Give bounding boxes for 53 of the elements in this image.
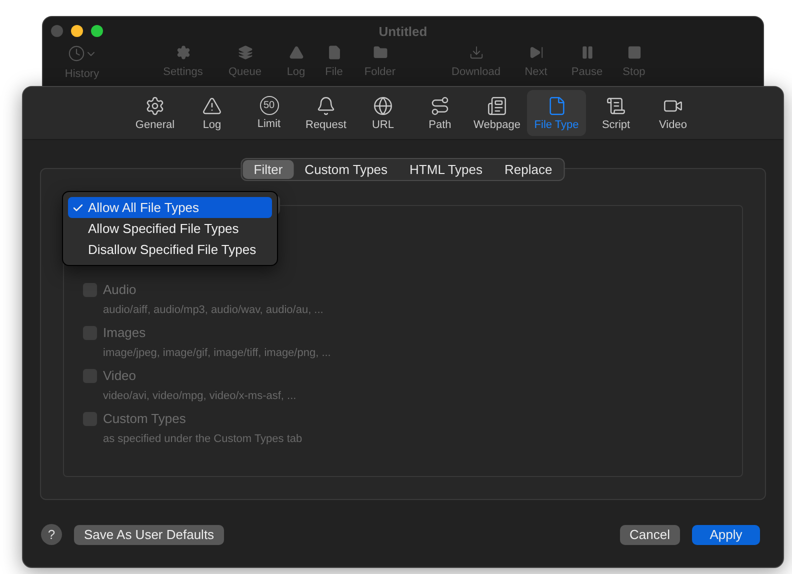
warning-icon — [288, 45, 304, 60]
pause-icon — [580, 45, 594, 60]
category-description: as specified under the Custom Types tab — [102, 433, 304, 445]
globe-icon — [373, 96, 393, 116]
gear-icon — [176, 45, 190, 60]
warning-icon — [202, 96, 222, 116]
menu-item[interactable]: Disallow Specified File Types — [68, 239, 272, 260]
toolbar-tab[interactable]: General — [128, 90, 182, 136]
secondary-button[interactable]: Cancel — [620, 524, 680, 544]
secondary-button[interactable]: Save As User Defaults — [74, 524, 224, 544]
toolbar-tab[interactable]: File Type — [527, 90, 586, 136]
gear-icon — [145, 96, 165, 116]
category-label: Audio — [103, 282, 136, 297]
segment-tab[interactable]: Filter — [242, 160, 294, 179]
menu-item[interactable]: Allow Specified File Types — [68, 218, 272, 239]
category-label: Images — [103, 325, 146, 340]
newspaper-icon — [487, 96, 507, 116]
primary-button[interactable]: Apply — [692, 524, 760, 544]
download-icon — [468, 45, 484, 60]
limit-icon: 50 — [260, 96, 278, 115]
checkmark-icon — [72, 202, 84, 214]
category-description: image/jpeg, image/gif, image/tiff, image/png, ... — [102, 347, 332, 359]
window-title: Untitled — [378, 24, 428, 38]
bell-icon — [316, 96, 336, 116]
toolbar-tab[interactable]: Path — [413, 90, 467, 136]
skip-icon — [528, 45, 544, 60]
folder-icon — [372, 45, 388, 60]
clock-icon — [68, 45, 84, 62]
document-icon — [326, 45, 342, 60]
toolbar-tab[interactable]: Script — [589, 90, 643, 136]
stack-icon — [238, 45, 252, 60]
document-icon — [546, 96, 566, 116]
toolbar-tab[interactable]: Request — [299, 90, 353, 136]
toolbar-tab[interactable]: 50 Limit — [242, 90, 296, 136]
segment-tab[interactable]: HTML Types — [398, 160, 494, 179]
scroll-icon — [606, 96, 626, 116]
close-button[interactable] — [51, 25, 63, 37]
stop-icon — [626, 45, 642, 60]
toolbar-tab[interactable]: URL — [356, 90, 410, 136]
toolbar-tab[interactable]: Webpage — [470, 90, 524, 136]
category-description: audio/aiff, audio/mp3, audio/wav, audio/au, ... — [102, 304, 324, 316]
toolbar-tab[interactable]: Video — [646, 90, 700, 136]
category-label: Video — [103, 368, 136, 383]
zoom-button[interactable] — [91, 25, 103, 37]
minimize-button[interactable] — [71, 25, 83, 37]
segment-tab[interactable]: Custom Types — [294, 160, 399, 179]
category-description: video/avi, video/mpg, video/x-ms-asf, ... — [102, 390, 298, 402]
category-label: Custom Types — [103, 411, 186, 426]
menu-item[interactable]: Allow All File Types — [68, 197, 272, 218]
segment-tab[interactable]: Replace — [494, 160, 564, 179]
toolbar-tab[interactable]: Log — [185, 90, 239, 136]
help-button[interactable]: ? — [41, 524, 62, 545]
route-icon — [430, 96, 450, 116]
